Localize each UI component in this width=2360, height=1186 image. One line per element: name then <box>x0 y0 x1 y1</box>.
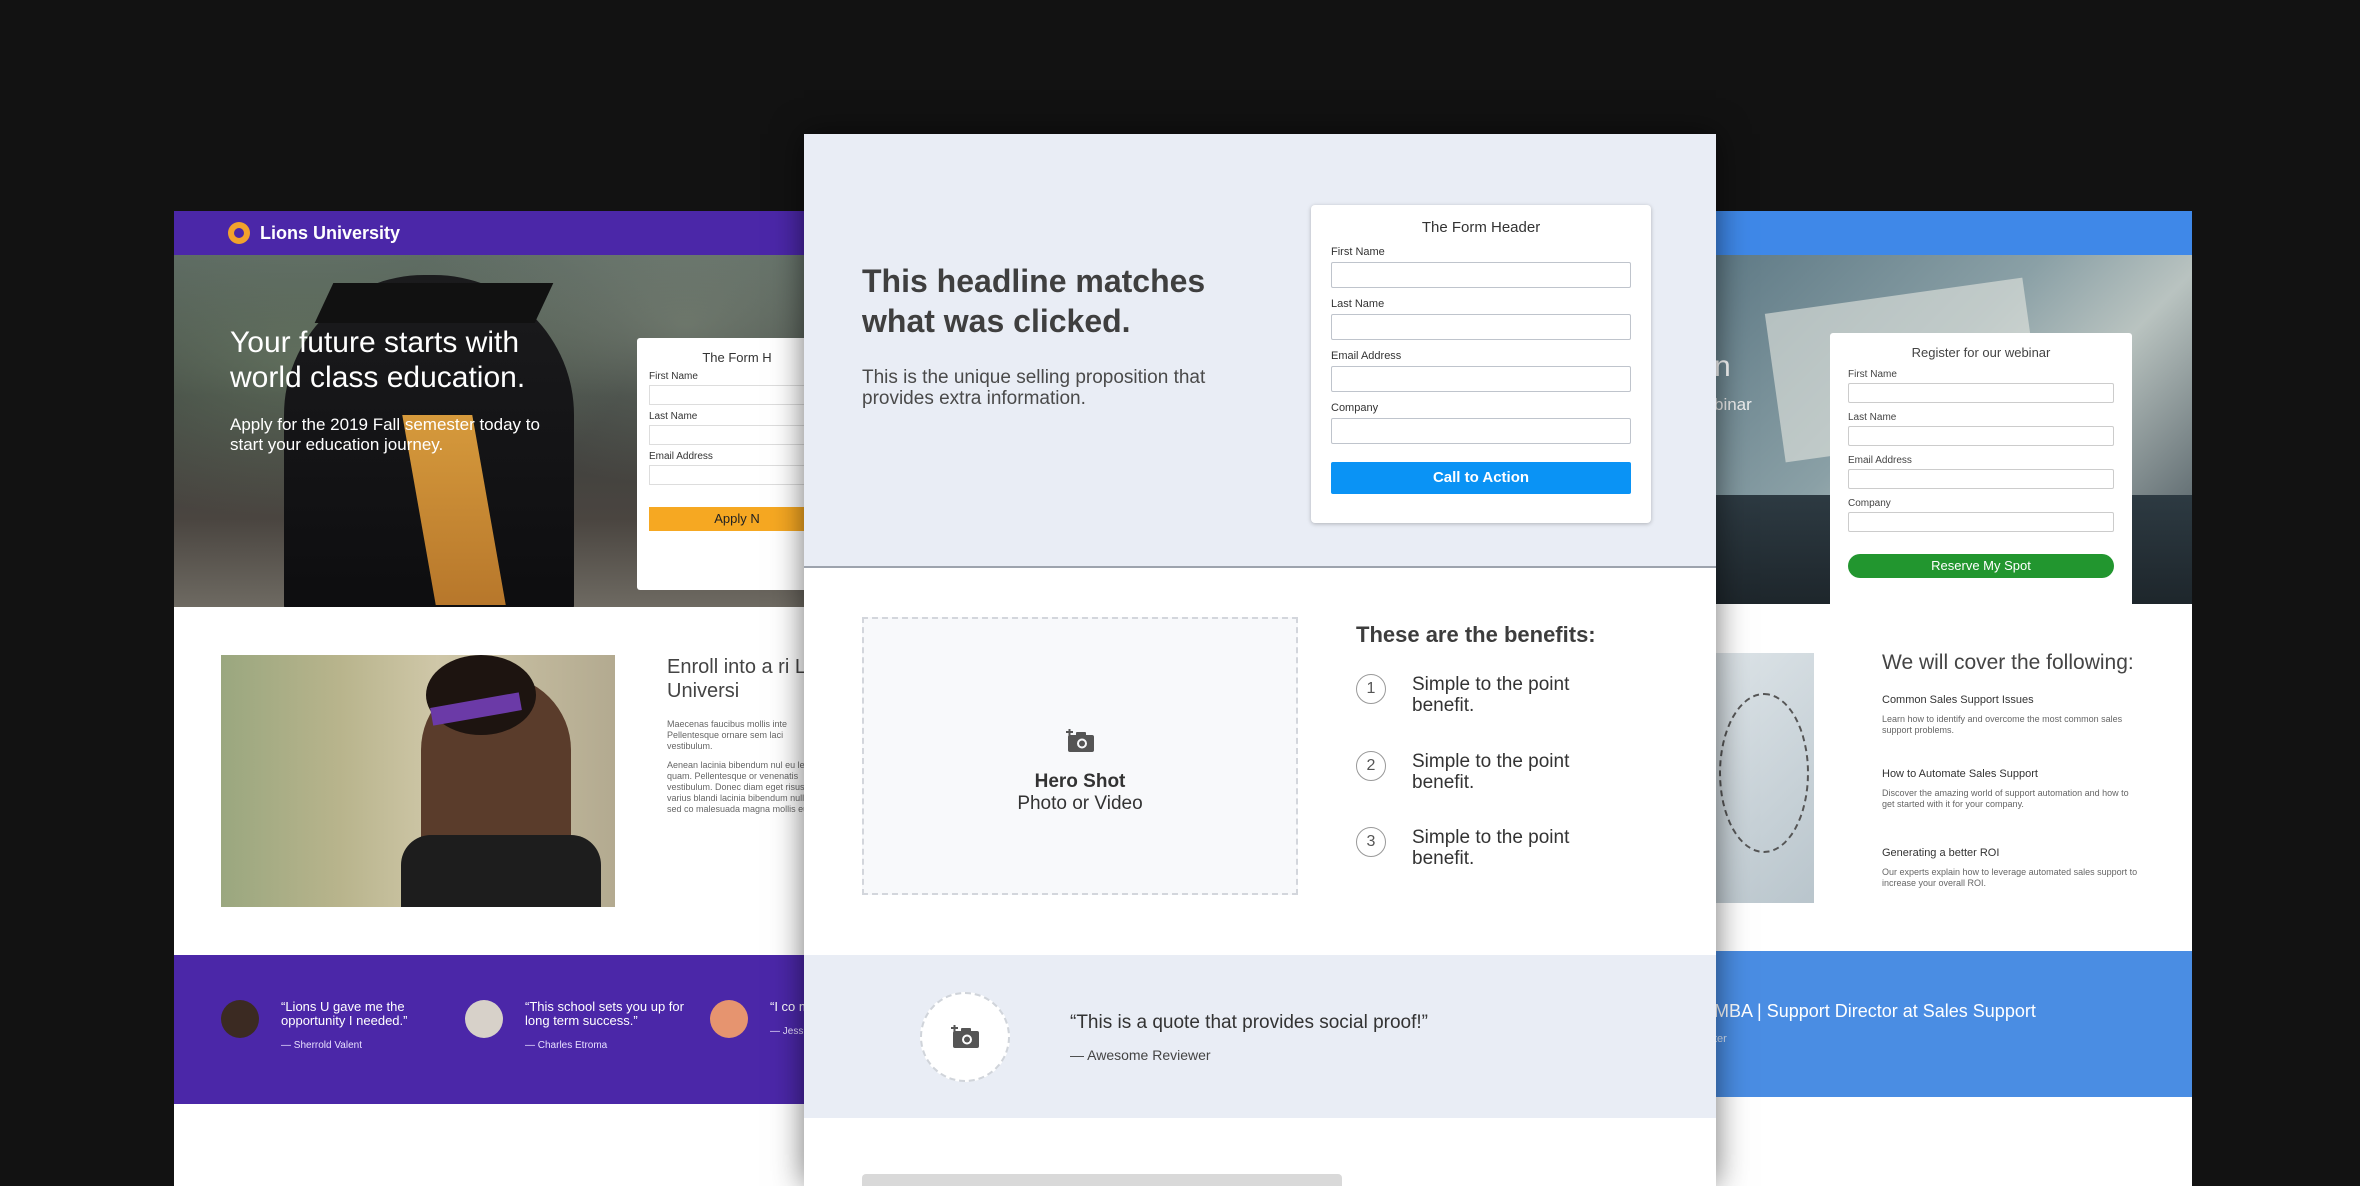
email-label: Email Address <box>1331 350 1402 362</box>
company-input[interactable] <box>1848 512 2114 532</box>
email-input[interactable] <box>649 465 814 485</box>
enroll-heading: Enroll into a ri Lions Universi <box>667 656 814 702</box>
topic-item: Common Sales Support Issues Learn how to… <box>1882 694 2123 735</box>
benefit-text: Simple to the point benefit. <box>1412 674 1570 716</box>
template-hero-section: This headline matches what was clicked. … <box>804 134 1716 568</box>
lions-apply-form: The Form H First Name Last Name Email Ad… <box>637 338 814 590</box>
company-label: Company <box>1848 498 1891 509</box>
testimonial: “This school sets you up for long term s… <box>465 1000 685 1051</box>
email-input[interactable] <box>1331 366 1631 392</box>
call-to-action-button[interactable]: Call to Action <box>1331 462 1631 494</box>
graduation-cap <box>314 283 554 323</box>
testimonial: “I co my d — Jess <box>710 1000 814 1038</box>
last-name-label: Last Name <box>1331 298 1385 310</box>
lion-logo-icon <box>228 222 250 244</box>
avatar <box>221 1000 259 1038</box>
lions-university-page: Lions University Your future starts with… <box>174 211 814 1186</box>
first-name-label: First Name <box>1331 246 1385 258</box>
speaker-band: MBA | Support Director at Sales Support … <box>1714 951 2192 1097</box>
topic-item: Generating a better ROI Our experts expl… <box>1882 847 2138 888</box>
testimonials-band: “Lions U gave me the opportunity I neede… <box>174 955 814 1104</box>
enroll-body: Maecenas faucibus mollis inte Pellentesq… <box>667 719 811 814</box>
company-input[interactable] <box>1331 418 1631 444</box>
cover-heading: We will cover the following: <box>1882 651 2134 674</box>
benefit-item: 2 Simple to the point benefit. <box>1356 751 1596 793</box>
apply-now-button[interactable]: Apply N <box>649 507 814 531</box>
last-name-input[interactable] <box>649 425 814 445</box>
email-label: Email Address <box>649 451 713 462</box>
benefit-item: 1 Simple to the point benefit. <box>1356 674 1596 716</box>
company-label: Company <box>1331 402 1379 414</box>
lions-nav-bar: Lions University <box>174 211 814 255</box>
hero-shot-placeholder[interactable]: Hero Shot Photo or Video <box>862 617 1298 895</box>
email-input[interactable] <box>1848 469 2114 489</box>
social-proof-quote: “This is a quote that provides social pr… <box>1070 1012 1429 1033</box>
benefits-title: These are the benefits: <box>1356 622 1596 647</box>
avatar <box>465 1000 503 1038</box>
benefit-number: 1 <box>1356 674 1386 704</box>
webinar-hero: n binar Register for our webinar First N… <box>1714 255 2192 604</box>
topic-item: How to Automate Sales Support Discover t… <box>1882 768 2129 809</box>
speaker-title: MBA | Support Director at Sales Support <box>1714 1001 2036 1021</box>
camera-plus-icon <box>1066 729 1094 752</box>
benefit-number: 2 <box>1356 751 1386 781</box>
lions-hero: Your future starts with world class educ… <box>174 255 814 607</box>
reviewer-photo-placeholder[interactable] <box>920 992 1010 1082</box>
webinar-form-header: Register for our webinar <box>1911 345 2051 360</box>
first-name-label: First Name <box>649 371 698 382</box>
hero-shot-subtitle: Photo or Video <box>1017 793 1143 814</box>
student-photo <box>221 655 615 907</box>
webinar-hero-subtitle: binar <box>1714 395 1752 414</box>
first-name-input[interactable] <box>1331 262 1631 288</box>
template-usp: This is the unique selling proposition t… <box>862 367 1206 409</box>
webinar-nav-bar <box>1714 211 2192 255</box>
reviewer-name: — Awesome Reviewer <box>1070 1047 1211 1063</box>
template-form-header: The Form Header <box>1421 219 1541 236</box>
business-sketch-image <box>1714 653 1814 903</box>
template-headline: This headline matches what was clicked. <box>862 263 1206 339</box>
next-section-heading <box>862 1174 1342 1186</box>
lions-brand-name[interactable]: Lions University <box>260 223 400 244</box>
benefit-item: 3 Simple to the point benefit. <box>1356 827 1596 869</box>
last-name-input[interactable] <box>1331 314 1631 340</box>
lions-hero-title: Your future starts with world class educ… <box>230 326 526 394</box>
camera-plus-icon <box>951 1025 979 1048</box>
last-name-input[interactable] <box>1848 426 2114 446</box>
last-name-label: Last Name <box>1848 412 1897 423</box>
benefit-number: 3 <box>1356 827 1386 857</box>
last-name-label: Last Name <box>649 411 698 422</box>
first-name-label: First Name <box>1848 369 1897 380</box>
first-name-input[interactable] <box>1848 383 2114 403</box>
template-form: The Form Header First Name Last Name Ema… <box>1311 205 1651 523</box>
landing-page-template: This headline matches what was clicked. … <box>804 134 1716 1186</box>
testimonial: “Lions U gave me the opportunity I neede… <box>221 1000 441 1051</box>
webinar-page: n binar Register for our webinar First N… <box>1714 211 2192 1186</box>
benefit-text: Simple to the point benefit. <box>1412 827 1570 869</box>
reserve-spot-button[interactable]: Reserve My Spot <box>1848 554 2114 578</box>
first-name-input[interactable] <box>649 385 814 405</box>
email-label: Email Address <box>1848 455 1912 466</box>
lions-hero-subtitle: Apply for the 2019 Fall semester today t… <box>230 415 540 454</box>
hero-shot-title: Hero Shot <box>1034 771 1126 792</box>
lions-form-header: The Form H <box>702 350 772 365</box>
webinar-hero-title: n <box>1714 350 1731 383</box>
benefit-text: Simple to the point benefit. <box>1412 751 1570 793</box>
social-proof-section: “This is a quote that provides social pr… <box>804 955 1716 1118</box>
webinar-register-form: Register for our webinar First Name Last… <box>1830 333 2132 604</box>
avatar <box>710 1000 748 1038</box>
